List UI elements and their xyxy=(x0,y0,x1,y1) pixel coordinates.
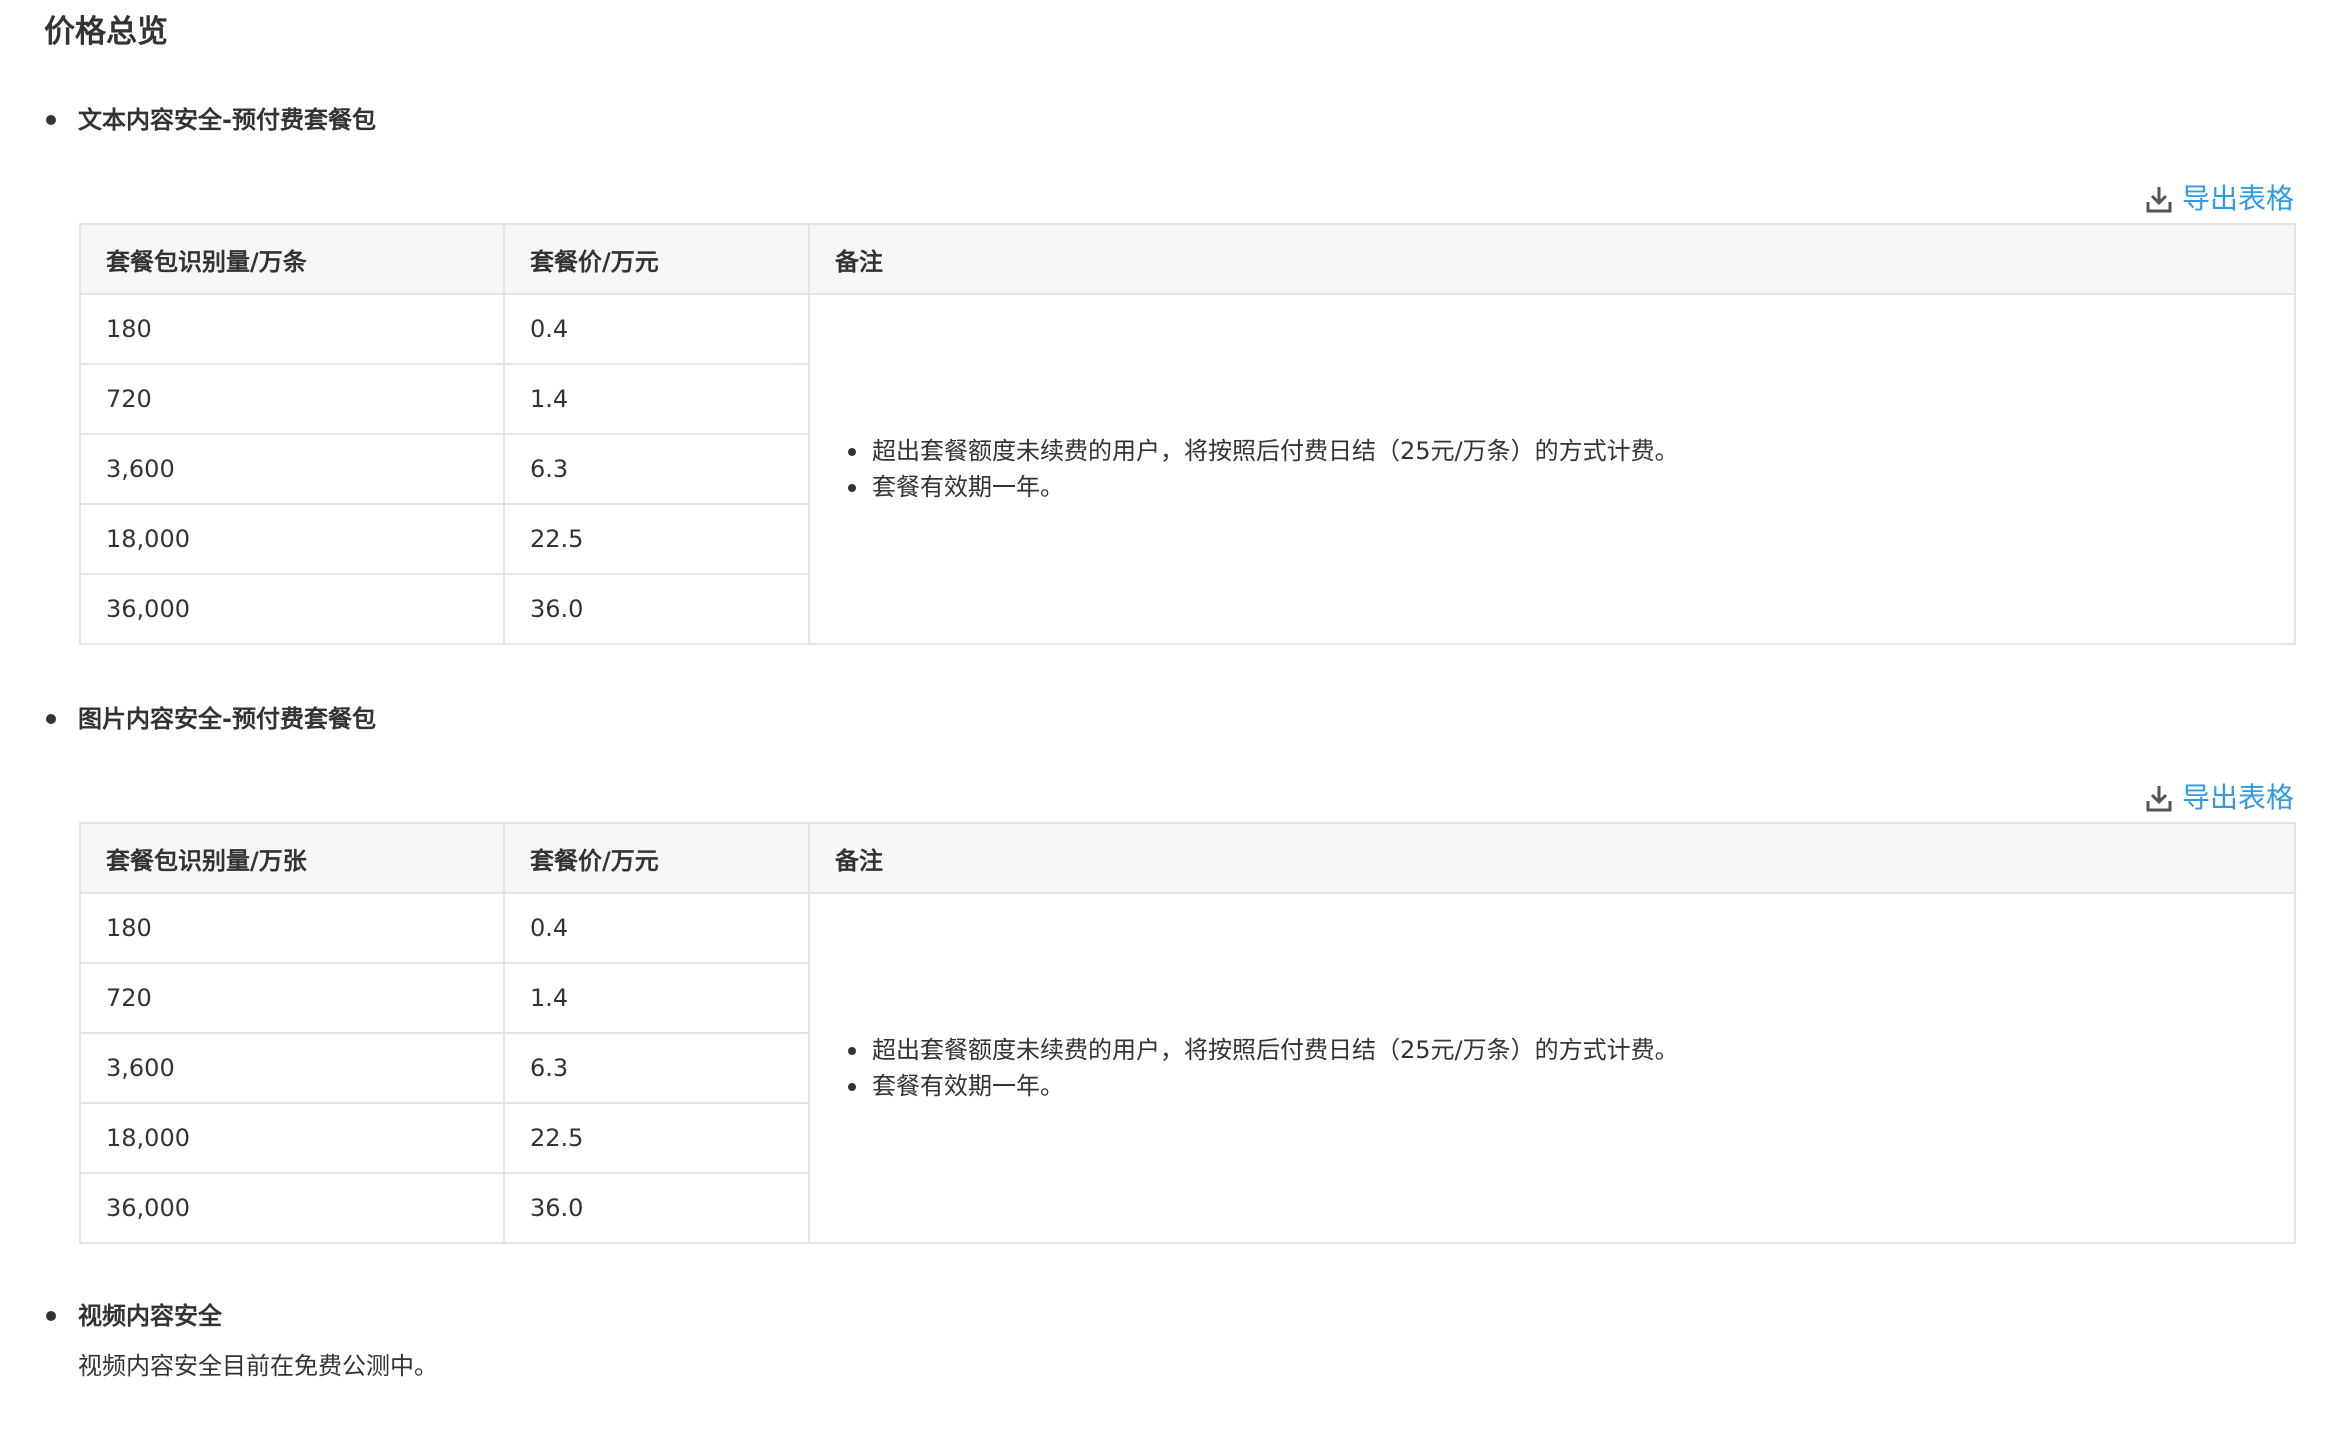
notes-list: 超出套餐额度未续费的用户，将按照后付费日结（25元/万条）的方式计费。 套餐有效… xyxy=(840,433,2294,505)
download-icon xyxy=(2146,185,2172,213)
quantity-cell: 36,000 xyxy=(79,1172,505,1244)
price-cell: 0.4 xyxy=(503,293,810,365)
export-table-label: 导出表格 xyxy=(2181,781,2294,814)
column-header-price: 套餐价/万元 xyxy=(503,223,810,295)
quantity-cell: 36,000 xyxy=(79,573,505,645)
note-item: 超出套餐额度未续费的用户，将按照后付费日结（25元/万条）的方式计费。 xyxy=(840,433,2294,469)
section-title-video: 视频内容安全 xyxy=(78,1302,222,1330)
section-title-text-prepaid: 文本内容安全-预付费套餐包 xyxy=(78,106,376,134)
column-header-price: 套餐价/万元 xyxy=(503,822,810,894)
column-header-notes: 备注 xyxy=(808,822,2296,894)
table-row: 180 0.4 超出套餐额度未续费的用户，将按照后付费日结（25元/万条）的方式… xyxy=(79,892,2296,1244)
column-header-notes: 备注 xyxy=(808,223,2296,295)
quantity-cell: 720 xyxy=(79,363,505,435)
export-table-link[interactable]: 导出表格 xyxy=(2146,778,2294,818)
download-icon xyxy=(2146,784,2172,812)
column-header-quantity: 套餐包识别量/万条 xyxy=(79,223,505,295)
notes-cell: 超出套餐额度未续费的用户，将按照后付费日结（25元/万条）的方式计费。 套餐有效… xyxy=(808,892,2296,1244)
notes-list: 超出套餐额度未续费的用户，将按照后付费日结（25元/万条）的方式计费。 套餐有效… xyxy=(840,1032,2294,1104)
section-title-image-prepaid: 图片内容安全-预付费套餐包 xyxy=(78,705,376,733)
quantity-cell: 18,000 xyxy=(79,1102,505,1174)
column-header-quantity: 套餐包识别量/万张 xyxy=(79,822,505,894)
page-title: 价格总览 xyxy=(44,14,168,50)
section-bullet xyxy=(46,115,56,125)
price-cell: 6.3 xyxy=(503,1032,810,1104)
image-prepaid-price-table: 套餐包识别量/万张 套餐价/万元 备注 180 0.4 超出套餐额度未续费的用户… xyxy=(79,822,2296,1244)
video-section-description: 视频内容安全目前在免费公测中。 xyxy=(78,1352,438,1380)
table-header-row: 套餐包识别量/万条 套餐价/万元 备注 xyxy=(79,223,2296,295)
table-header-row: 套餐包识别量/万张 套餐价/万元 备注 xyxy=(79,822,2296,894)
section-bullet xyxy=(46,1311,56,1321)
export-table-label: 导出表格 xyxy=(2181,182,2294,215)
price-cell: 1.4 xyxy=(503,962,810,1034)
quantity-cell: 180 xyxy=(79,293,505,365)
note-item: 超出套餐额度未续费的用户，将按照后付费日结（25元/万条）的方式计费。 xyxy=(840,1032,2294,1068)
price-cell: 36.0 xyxy=(503,1172,810,1244)
price-cell: 22.5 xyxy=(503,503,810,575)
note-item: 套餐有效期一年。 xyxy=(840,1068,2294,1104)
quantity-cell: 3,600 xyxy=(79,433,505,505)
text-prepaid-price-table: 套餐包识别量/万条 套餐价/万元 备注 180 0.4 超出套餐额度未续费的用户… xyxy=(79,223,2296,645)
pricing-overview-page: 价格总览 文本内容安全-预付费套餐包 导出表格 套餐包识别量/万条 套餐价/万元… xyxy=(0,0,2330,1430)
table-row: 180 0.4 超出套餐额度未续费的用户，将按照后付费日结（25元/万条）的方式… xyxy=(79,293,2296,645)
price-cell: 6.3 xyxy=(503,433,810,505)
quantity-cell: 720 xyxy=(79,962,505,1034)
quantity-cell: 18,000 xyxy=(79,503,505,575)
price-cell: 0.4 xyxy=(503,892,810,964)
price-cell: 1.4 xyxy=(503,363,810,435)
price-cell: 22.5 xyxy=(503,1102,810,1174)
section-bullet xyxy=(46,714,56,724)
note-item: 套餐有效期一年。 xyxy=(840,469,2294,505)
quantity-cell: 3,600 xyxy=(79,1032,505,1104)
quantity-cell: 180 xyxy=(79,892,505,964)
price-cell: 36.0 xyxy=(503,573,810,645)
export-table-link[interactable]: 导出表格 xyxy=(2146,179,2294,219)
notes-cell: 超出套餐额度未续费的用户，将按照后付费日结（25元/万条）的方式计费。 套餐有效… xyxy=(808,293,2296,645)
